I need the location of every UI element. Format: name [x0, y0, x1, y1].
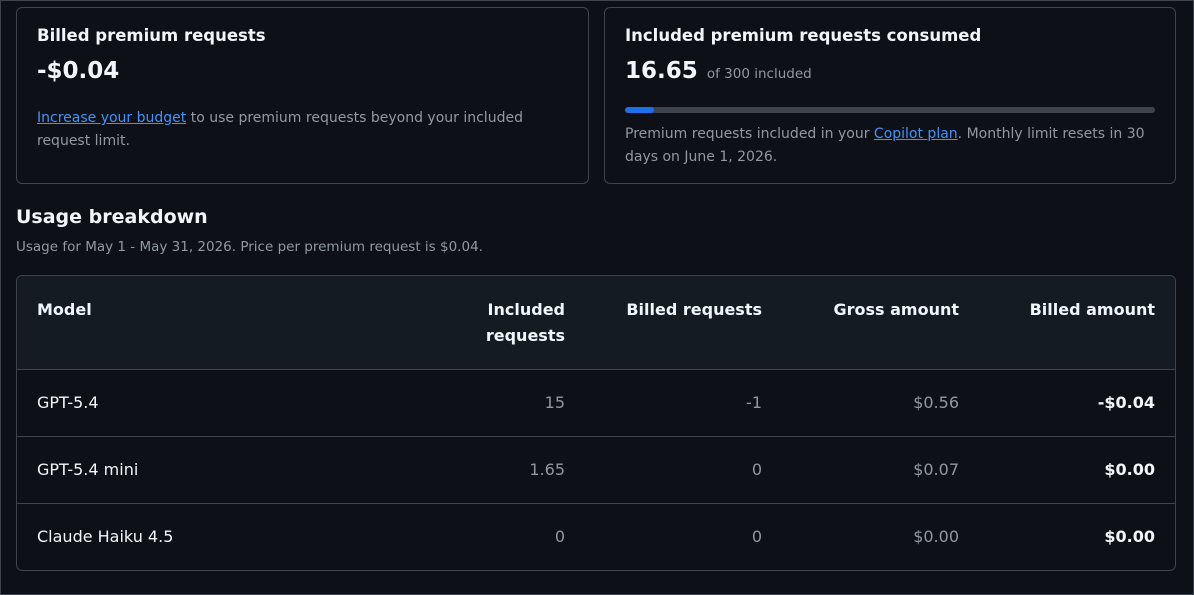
cell-billed-requests: -1	[746, 393, 762, 412]
header-included-line1: Included	[487, 300, 565, 319]
cell-billed-requests: 0	[751, 527, 762, 546]
cell-billed-requests: 0	[751, 460, 762, 479]
cell-included-requests: 1.65	[529, 460, 565, 479]
cell-billed-amount: $0.00	[1104, 527, 1155, 546]
header-included-line2: requests	[485, 326, 565, 345]
usage-breakdown-title: Usage breakdown	[16, 206, 208, 228]
included-card-title: Included premium requests consumed	[625, 26, 982, 45]
cell-billed-amount: $0.00	[1104, 460, 1155, 479]
included-card-description: Premium requests included in your Copilo…	[625, 123, 1165, 169]
table-row: GPT-5.4 15 -1 $0.56 -$0.04	[17, 370, 1175, 437]
usage-progress-fill	[625, 107, 655, 113]
consumed-value: 16.65	[625, 58, 698, 84]
table-row: Claude Haiku 4.5 0 0 $0.00 $0.00	[17, 504, 1175, 570]
table-row: GPT-5.4 mini 1.65 0 $0.07 $0.00	[17, 437, 1175, 504]
billed-card-title: Billed premium requests	[37, 26, 266, 45]
table-header: Model Included requests Billed requests …	[17, 276, 1175, 370]
header-billed-amount: Billed amount	[1029, 300, 1155, 319]
increase-budget-link[interactable]: Increase your budget	[37, 110, 186, 126]
cell-included-requests: 15	[544, 393, 565, 412]
billed-amount-value: -$0.04	[37, 58, 120, 84]
billed-card-description: Increase your budget to use premium requ…	[37, 107, 557, 153]
cell-included-requests: 0	[554, 527, 565, 546]
consumed-of-total: of 300 included	[706, 66, 812, 82]
usage-table: Model Included requests Billed requests …	[16, 275, 1176, 571]
usage-progress-bar	[625, 107, 1155, 113]
header-billed-requests: Billed requests	[626, 300, 762, 319]
copilot-plan-link[interactable]: Copilot plan	[874, 126, 958, 142]
consumed-summary: 16.65 of 300 included	[625, 58, 812, 84]
cell-model: GPT-5.4	[37, 393, 99, 412]
cell-model: GPT-5.4 mini	[37, 460, 139, 479]
header-model: Model	[37, 300, 92, 319]
cell-gross-amount: $0.56	[913, 393, 959, 412]
cell-gross-amount: $0.00	[913, 527, 959, 546]
included-premium-requests-card: Included premium requests consumed 16.65…	[604, 7, 1176, 184]
copilot-usage-page: { "billed_card": { "title": "Billed prem…	[0, 0, 1194, 595]
cell-model: Claude Haiku 4.5	[37, 527, 174, 546]
header-included-requests: Included requests	[486, 297, 565, 349]
cell-billed-amount: -$0.04	[1097, 393, 1155, 412]
usage-breakdown-subtitle: Usage for May 1 - May 31, 2026. Price pe…	[16, 239, 483, 255]
billed-premium-requests-card: Billed premium requests -$0.04 Increase …	[16, 7, 589, 184]
included-desc-before: Premium requests included in your	[625, 126, 874, 142]
header-gross-amount: Gross amount	[833, 300, 959, 319]
cell-gross-amount: $0.07	[913, 460, 959, 479]
